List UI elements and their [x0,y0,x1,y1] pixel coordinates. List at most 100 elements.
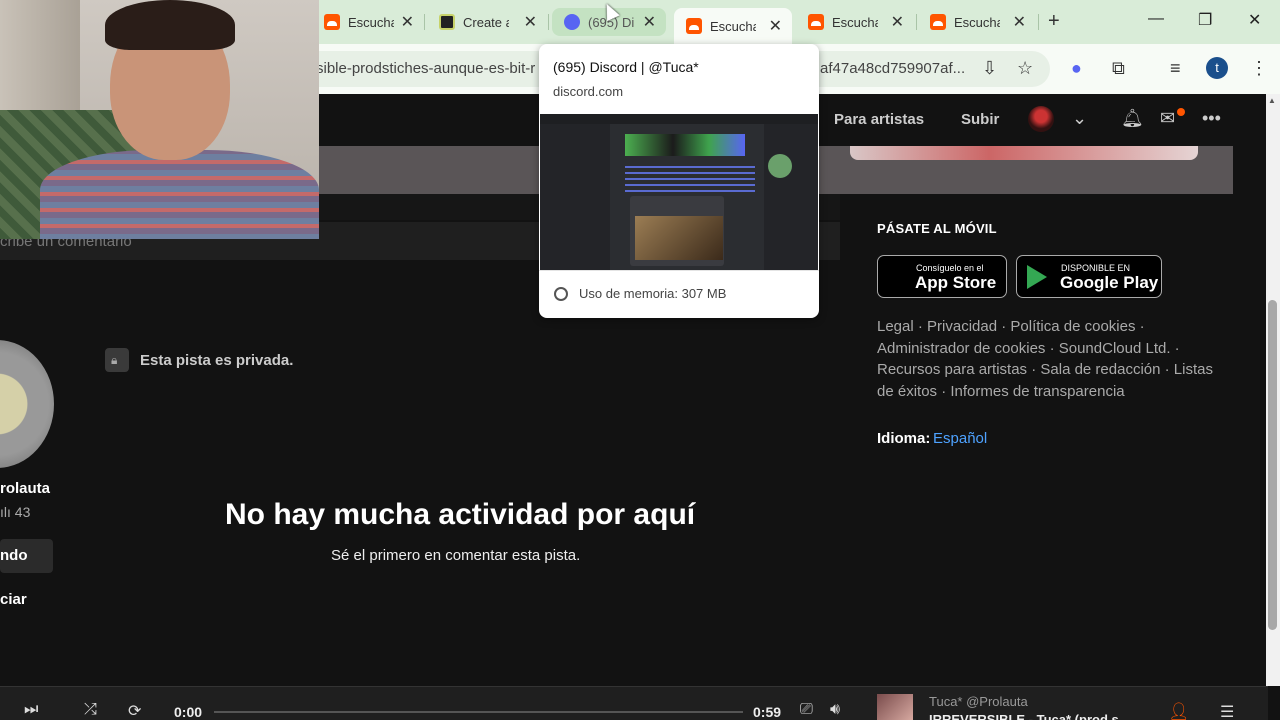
followers-icon: ılı [0,504,15,520]
share-link[interactable]: ciar [0,591,27,608]
tab-label: Escucha [348,14,394,30]
tab-label: Escucha [832,14,878,30]
new-tab-button[interactable]: + [1048,10,1060,33]
skip-forward-icon[interactable]: ⏭ [24,701,38,719]
url-text-right: af47a48cd759907af... [820,60,966,77]
tab-escucha-1[interactable]: Escucha ✕ [312,8,424,36]
close-icon[interactable]: ✕ [524,12,537,32]
mail-icon[interactable]: ✉ [1160,108,1175,129]
bell-icon[interactable]: 🔔︎ [1121,108,1144,129]
create-icon [439,14,455,30]
volume-icon[interactable]: 🔊︎ [830,701,840,719]
tab-escucha-3[interactable]: Escucha ✕ [796,8,914,36]
notification-dot [1177,108,1185,116]
queue-icon[interactable]: ☰ [1220,702,1234,720]
close-icon[interactable]: ✕ [891,12,904,32]
shuffle-icon[interactable]: ⤮ [84,701,97,719]
artist-name[interactable]: rolauta [0,480,50,497]
webcam-hair [105,0,235,50]
followers-count: ılı 43 [0,504,30,520]
google-play-icon [1027,265,1047,289]
tab-separator [1038,14,1039,30]
app-store-small-text: Consíguelo en el [916,263,984,273]
soundcloud-icon [930,14,946,30]
hover-card-preview [540,114,818,270]
discord-icon [564,14,580,30]
banner-artwork [850,146,1198,160]
close-icon[interactable]: ✕ [1013,12,1026,32]
scrollbar-thumb[interactable] [1268,300,1277,630]
webcam-overlay [0,0,319,239]
preview-member-panel [764,124,818,270]
bookmark-star-icon[interactable]: ☆ [1017,58,1033,79]
language-label: Idioma: [877,430,931,447]
tab-escucha-4[interactable]: Escucha ✕ [918,8,1036,36]
chevron-down-icon[interactable]: ⌄ [1072,108,1087,129]
player-artist[interactable]: Tuca* @Prolauta [929,694,1028,709]
time-total: 0:59 [753,704,782,720]
app-store-big-text: App Store [915,273,997,292]
webcam-shirt [40,150,319,239]
extension-badge-icon[interactable]: ● [1071,58,1082,79]
minimize-button[interactable]: — [1148,10,1164,28]
tab-hover-card: (695) Discord | @Tuca* discord.com Uso d… [539,44,819,318]
repeat-icon[interactable]: ⟳ [128,701,141,720]
hover-card-title: (695) Discord | @Tuca* [553,59,699,75]
close-icon[interactable]: ✕ [643,12,656,32]
install-app-icon[interactable]: ⇩ [982,58,997,79]
footer-links[interactable]: Legal · Privacidad · Política de cookies… [877,316,1217,403]
close-icon[interactable]: ✕ [769,16,782,36]
extensions-icon[interactable]: ⧉ [1112,58,1125,79]
memory-gauge-icon [554,287,568,301]
preview-avatar [768,154,792,178]
close-icon[interactable]: ✕ [401,12,414,32]
empty-state-title: No hay mucha actividad por aquí [225,498,696,531]
more-icon[interactable]: ••• [1202,108,1221,129]
menu-kebab-icon[interactable]: ⋮ [1250,58,1268,79]
tab-label: Create a [463,14,509,30]
language-selector[interactable]: Español [933,430,987,447]
private-track-label: Esta pista es privada. [140,352,294,369]
soundcloud-icon [686,18,702,34]
mobile-section-title: PÁSATE AL MÓVIL [877,221,997,236]
track-artwork[interactable] [877,694,913,720]
tab-label: Escucha [954,14,1000,30]
hover-card-divider [539,270,819,271]
preview-messages [625,162,755,192]
memory-usage: Uso de memoria: 307 MB [579,286,727,301]
lock-icon: 🔒︎ [111,353,118,367]
user-avatar[interactable] [1028,106,1054,132]
google-play-big-text: Google Play [1060,273,1159,292]
preview-banner [625,134,745,156]
preview-sidebar [540,124,610,270]
empty-state-subtitle: Sé el primero en comentar esta pista. [331,547,581,564]
soundcloud-icon [324,14,340,30]
maximize-button[interactable]: ❐ [1198,10,1212,30]
profile-avatar[interactable]: t [1206,57,1228,79]
cast-icon[interactable]: ⎚ [800,701,813,719]
app-store-badge[interactable]: Consíguelo en el App Store [877,255,1007,298]
tab-separator [916,14,917,30]
google-play-badge[interactable]: DISPONIBLE EN Google Play [1016,255,1162,298]
tab-separator [548,14,549,30]
media-control-icon[interactable]: ≡ [1170,58,1181,79]
tab-create[interactable]: Create a ✕ [427,8,547,36]
google-play-small-text: DISPONIBLE EN [1061,263,1131,273]
time-current: 0:00 [174,704,203,720]
player-track-title[interactable]: IRREVERSIBLE - Tuca* (prod.s [929,712,1119,720]
soundcloud-icon [808,14,824,30]
followers-value: 43 [14,504,31,520]
url-text-left: sible-prodstiches-aunque-es-bit-r [316,60,536,77]
preview-photo [635,216,723,260]
scroll-up-arrow[interactable]: ▲ [1268,96,1276,105]
close-window-button[interactable]: ✕ [1248,10,1261,30]
artist-avatar[interactable] [0,340,54,468]
progress-bar[interactable] [214,711,743,713]
nav-subir[interactable]: Subir [961,111,999,128]
follow-user-icon[interactable]: 👤︎ [1168,702,1190,720]
hover-card-domain: discord.com [553,84,624,99]
nav-para-artistas[interactable]: Para artistas [834,111,924,128]
tab-separator [424,14,425,30]
following-button[interactable]: ndo [0,539,53,573]
tab-escucha-active[interactable]: Escucha ✕ [674,8,792,44]
